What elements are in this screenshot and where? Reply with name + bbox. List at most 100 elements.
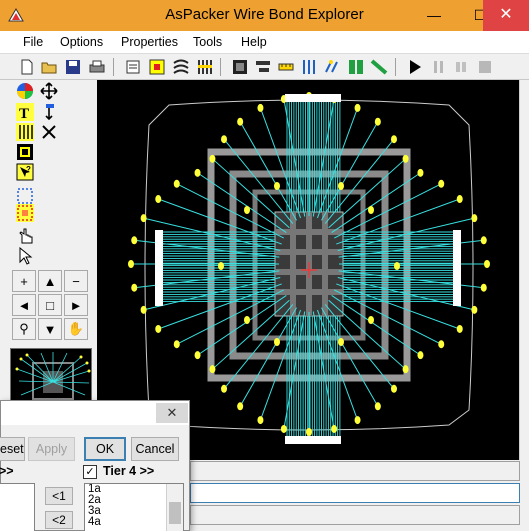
move-cross-icon[interactable] <box>40 82 58 100</box>
select-die-icon[interactable] <box>231 58 249 76</box>
bond-finger[interactable] <box>221 135 228 144</box>
pan-left-button[interactable]: ◄ <box>12 294 36 316</box>
bond-finger[interactable] <box>155 324 162 333</box>
bond-finger[interactable] <box>173 340 180 349</box>
bond-finger[interactable] <box>402 365 409 374</box>
bond-finger[interactable] <box>140 305 147 314</box>
bond-finger[interactable] <box>131 236 138 245</box>
bond-finger[interactable] <box>140 214 147 223</box>
bond-finger[interactable] <box>237 117 244 126</box>
canvas-vertical-scrollbar[interactable] <box>519 80 529 460</box>
property-row-3[interactable] <box>190 505 520 525</box>
help-select-icon[interactable]: ? <box>16 163 34 181</box>
bond-finger[interactable] <box>374 117 381 126</box>
measure-icon[interactable] <box>277 58 295 76</box>
text-tool-icon[interactable]: T <box>16 103 34 121</box>
bond-finger[interactable] <box>306 428 312 436</box>
bond-finger[interactable] <box>155 195 162 204</box>
wire-icon[interactable] <box>172 58 190 76</box>
tier-4-list[interactable]: 1a 2a 3a 4a <box>84 483 184 531</box>
select-rect-icon[interactable] <box>16 187 34 205</box>
open-folder-icon[interactable] <box>40 58 58 76</box>
bond-finger[interactable] <box>438 340 445 349</box>
property-row-2[interactable] <box>190 483 520 503</box>
bond-finger[interactable] <box>390 384 397 393</box>
delete-x-icon[interactable] <box>40 123 58 141</box>
bond-finger[interactable] <box>417 351 424 360</box>
bond-finger[interactable] <box>374 402 381 411</box>
align-icon[interactable] <box>254 58 272 76</box>
bond-finger[interactable] <box>244 316 250 324</box>
zoom-out-button[interactable]: − <box>64 270 88 292</box>
bond-finger[interactable] <box>484 260 490 268</box>
bond-finger[interactable] <box>338 182 344 190</box>
bond-finger[interactable] <box>368 206 374 214</box>
bond-finger[interactable] <box>480 283 487 292</box>
bond-finger[interactable] <box>338 338 344 346</box>
bond-finger[interactable] <box>354 103 361 112</box>
pan-down-button[interactable]: ▼ <box>38 318 62 340</box>
step-icon[interactable] <box>452 58 470 76</box>
tier-4-list-scrollbar[interactable] <box>166 484 183 531</box>
bond-finger[interactable] <box>221 384 228 393</box>
menu-properties[interactable]: Properties <box>121 35 178 49</box>
bond-finger[interactable] <box>402 154 409 163</box>
bond-finger[interactable] <box>417 168 424 177</box>
bond-finger[interactable] <box>218 262 224 270</box>
bond-finger[interactable] <box>331 424 338 433</box>
close-button[interactable]: ✕ <box>483 0 529 31</box>
hand-pointer-icon[interactable] <box>16 227 34 245</box>
bond-finger[interactable] <box>456 195 463 204</box>
move-left-1-button[interactable]: <1 <box>45 487 73 505</box>
scrollbar-thumb[interactable] <box>169 502 181 524</box>
dialog-close-button[interactable]: ✕ <box>156 403 188 423</box>
bond-finger[interactable] <box>209 154 216 163</box>
select-die-icon[interactable] <box>16 143 34 161</box>
bond-finger[interactable] <box>244 206 250 214</box>
bond-finger[interactable] <box>257 416 264 425</box>
bondpad-icon[interactable] <box>323 58 341 76</box>
left-tier-list[interactable] <box>0 483 35 531</box>
bond-finger[interactable] <box>274 182 280 190</box>
bond-finger[interactable] <box>194 351 201 360</box>
pause-icon[interactable] <box>430 58 448 76</box>
select-region-icon[interactable] <box>16 204 34 222</box>
bond-finger-icon[interactable] <box>196 58 214 76</box>
menu-help[interactable]: Help <box>241 35 267 49</box>
bond-finger[interactable] <box>274 338 280 346</box>
bond-finger[interactable] <box>257 103 264 112</box>
pan-hand-button[interactable]: ✋ <box>64 318 88 340</box>
property-row-1[interactable] <box>190 461 520 481</box>
color-wheel-icon[interactable] <box>16 82 34 100</box>
bond-finger[interactable] <box>194 168 201 177</box>
component-icon[interactable] <box>148 58 166 76</box>
bond-finger[interactable] <box>368 316 374 324</box>
bond-finger[interactable] <box>128 260 134 268</box>
save-icon[interactable] <box>64 58 82 76</box>
cancel-button[interactable]: Cancel <box>131 437 179 461</box>
bond-finger[interactable] <box>480 236 487 245</box>
ring-icon[interactable] <box>347 58 365 76</box>
zoom-in-button[interactable]: + <box>12 270 36 292</box>
bond-finger[interactable] <box>280 424 287 433</box>
menu-tools[interactable]: Tools <box>193 35 222 49</box>
move-left-2-button[interactable]: <2 <box>45 511 73 529</box>
bond-finger[interactable] <box>471 214 478 223</box>
minimize-button[interactable]: — <box>411 0 457 31</box>
menu-file[interactable]: File <box>23 35 43 49</box>
apply-button[interactable]: Apply <box>28 437 75 461</box>
bond-finger[interactable] <box>131 283 138 292</box>
bond-finger[interactable] <box>354 416 361 425</box>
wire-stack-icon[interactable] <box>16 123 34 141</box>
bond-finger[interactable] <box>209 365 216 374</box>
pan-up-button[interactable]: ▲ <box>38 270 62 292</box>
route-icon[interactable] <box>370 58 388 76</box>
play-icon[interactable] <box>406 58 424 76</box>
center-view-button[interactable]: □ <box>38 294 62 316</box>
bond-finger[interactable] <box>237 402 244 411</box>
menu-options[interactable]: Options <box>60 35 103 49</box>
zoom-tool-button[interactable]: ⚲ <box>12 318 36 340</box>
bond-finger[interactable] <box>390 135 397 144</box>
bond-finger[interactable] <box>394 262 400 270</box>
print-icon[interactable] <box>88 58 106 76</box>
